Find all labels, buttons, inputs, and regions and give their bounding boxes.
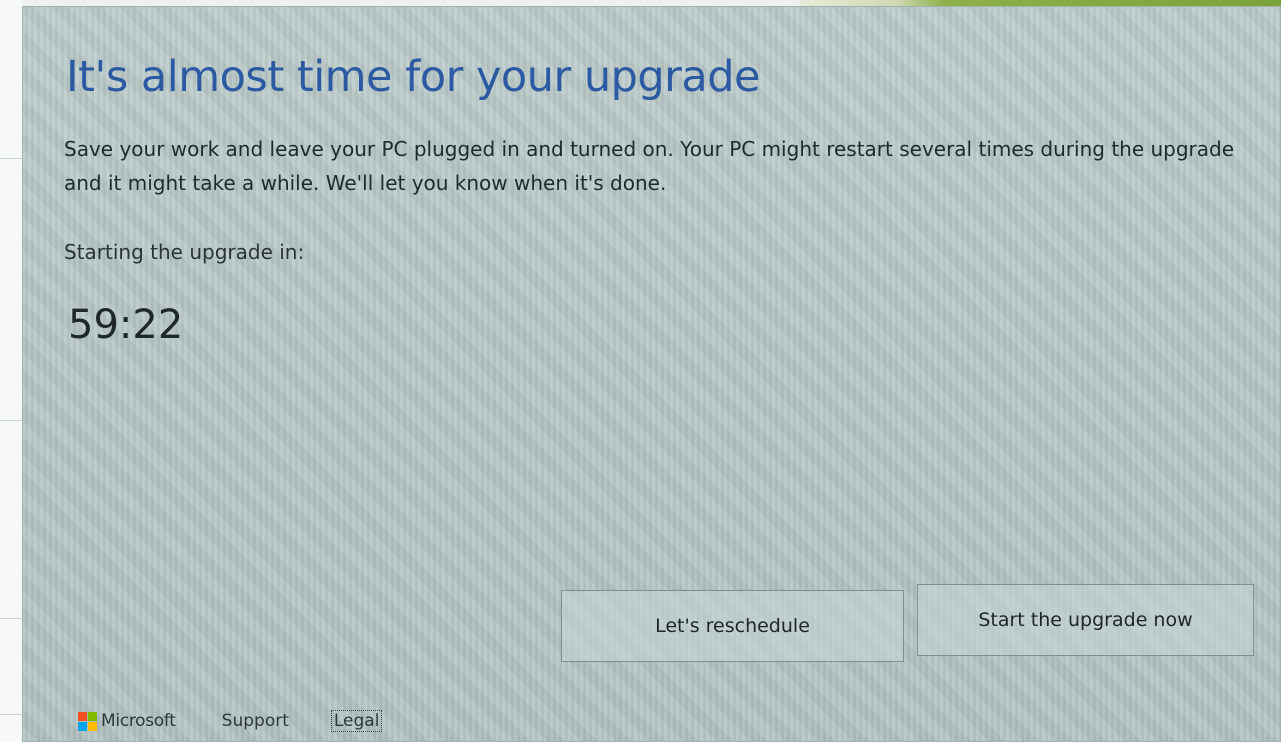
brand-name: Microsoft xyxy=(101,711,176,731)
legal-link[interactable]: Legal xyxy=(330,710,383,732)
reschedule-button[interactable]: Let's reschedule xyxy=(561,590,904,662)
microsoft-logo-icon xyxy=(78,711,97,731)
logo-green-square xyxy=(88,711,97,721)
background-divider xyxy=(0,158,22,159)
screen: It's almost time for your upgrade Save y… xyxy=(0,0,1281,742)
logo-red-square xyxy=(78,711,87,721)
background-divider xyxy=(0,618,22,619)
logo-yellow-square xyxy=(88,721,97,731)
upgrade-dialog: It's almost time for your upgrade Save y… xyxy=(22,6,1281,742)
support-link[interactable]: Support xyxy=(222,711,289,731)
countdown-timer: 59:22 xyxy=(68,302,184,348)
countdown-label: Starting the upgrade in: xyxy=(64,240,305,264)
dialog-footer: Microsoft Support Legal xyxy=(78,706,383,736)
start-upgrade-now-button[interactable]: Start the upgrade now xyxy=(917,584,1254,656)
background-divider xyxy=(0,714,22,715)
dialog-title: It's almost time for your upgrade xyxy=(66,52,760,102)
background-window-edge xyxy=(0,0,22,742)
dialog-description: Save your work and leave your PC plugged… xyxy=(64,137,1235,195)
background-divider xyxy=(0,420,22,421)
logo-blue-square xyxy=(78,721,87,731)
